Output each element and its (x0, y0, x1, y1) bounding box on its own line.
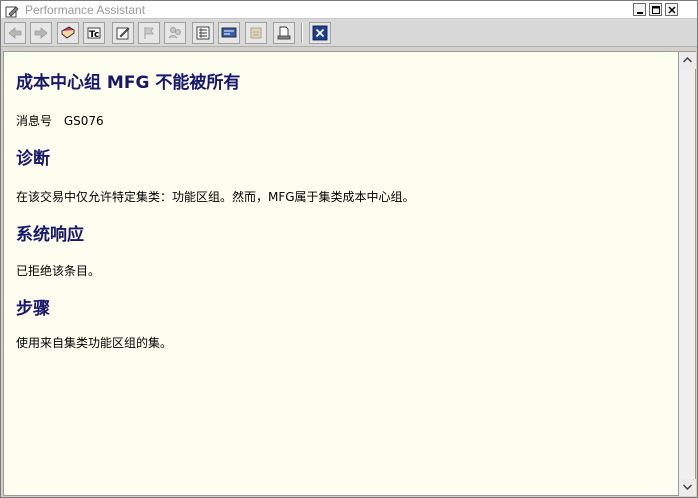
flag-button[interactable] (138, 22, 160, 44)
section-text-system-response: 已拒绝该条目。 (16, 264, 101, 278)
export-icon (250, 27, 262, 39)
minimize-button[interactable] (633, 3, 646, 16)
help-content: 成本中心组 MFG 不能被所有 消息号 GS076 诊断 在该交易中仅允许特定集… (3, 51, 679, 496)
display-button[interactable] (218, 22, 240, 44)
section-heading-system-response: 系统响应 (16, 225, 84, 245)
section-text-diagnosis: 在该交易中仅允许特定集类：功能区组。然而，MFG属于集类成本中心组。 (16, 190, 415, 204)
close-icon (312, 25, 328, 41)
back-arrow-icon (8, 27, 22, 39)
scroll-down-button[interactable] (679, 479, 696, 496)
back-button[interactable] (4, 22, 26, 44)
message-number-line: 消息号 GS076 (16, 112, 104, 129)
section-heading-diagnosis: 诊断 (16, 149, 50, 169)
window-app-icon (5, 3, 19, 18)
window-title: Performance Assistant (25, 3, 146, 17)
message-title: 成本中心组 MFG 不能被所有 (16, 73, 241, 93)
maximize-icon (652, 6, 660, 14)
export-button[interactable] (245, 22, 267, 44)
users-button[interactable] (164, 22, 186, 44)
toolbar-separator (301, 23, 303, 43)
technical-info-icon: Tc (87, 27, 101, 40)
svg-text:Tc: Tc (89, 30, 99, 40)
edit-button[interactable] (112, 22, 134, 44)
flag-icon (144, 27, 154, 39)
section-text-procedure: 使用来自集类功能区组的集。 (16, 336, 173, 350)
display-icon (221, 27, 237, 38)
forward-arrow-icon (34, 27, 48, 39)
close-window-button[interactable] (665, 3, 678, 16)
close-x-icon (668, 6, 676, 14)
edit-icon (116, 27, 130, 40)
list-icon (196, 26, 210, 40)
performance-assistant-window: Performance Assistant Tc 成本中心组 MFG 不能被所有… (0, 0, 698, 498)
minimize-icon (637, 12, 643, 14)
scroll-up-button[interactable] (679, 52, 696, 69)
list-button[interactable] (192, 22, 214, 44)
users-icon (168, 27, 181, 39)
book-button[interactable] (57, 22, 79, 44)
forward-button[interactable] (30, 22, 52, 44)
resize-grip[interactable] (339, 46, 359, 60)
print-button[interactable] (273, 22, 295, 44)
print-icon (277, 26, 291, 40)
vertical-scrollbar[interactable] (679, 51, 696, 496)
maximize-button[interactable] (649, 3, 662, 16)
message-number: GS076 (63, 114, 104, 128)
message-number-label: 消息号 (16, 114, 53, 128)
book-icon (61, 26, 75, 39)
technical-info-button[interactable]: Tc (83, 22, 105, 44)
toolbar: Tc (1, 19, 697, 47)
title-bar[interactable]: Performance Assistant (1, 1, 697, 19)
scroll-up-arrow-icon (683, 57, 692, 63)
close-help-button[interactable] (309, 22, 331, 44)
scroll-down-arrow-icon (683, 484, 692, 490)
section-heading-procedure: 步骤 (16, 299, 50, 319)
